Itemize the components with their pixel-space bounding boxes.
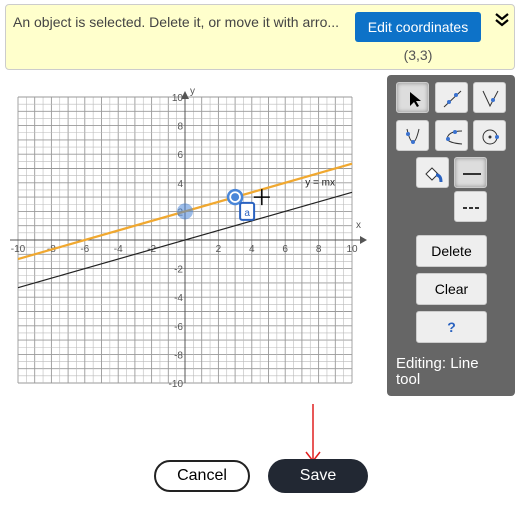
ray-tool-button[interactable]	[473, 82, 506, 113]
x-tick-label: -6	[80, 244, 89, 255]
x-axis-label: x	[356, 220, 361, 231]
dashed-line-style-button[interactable]	[454, 191, 487, 222]
y-axis-label: y	[190, 86, 195, 97]
y-tick-label: 4	[177, 179, 183, 190]
y-tick-label: 8	[177, 122, 183, 133]
save-button[interactable]: Save	[268, 459, 368, 493]
hyperbola-tool-button[interactable]	[435, 120, 468, 151]
x-tick-label: -10	[11, 244, 26, 255]
y-tick-label: 6	[177, 150, 183, 161]
status-message: An object is selected. Delete it, or mov…	[13, 14, 340, 30]
line-point[interactable]	[177, 203, 193, 220]
help-button[interactable]: ?	[416, 311, 487, 343]
x-tick-label: -4	[114, 244, 123, 255]
x-tick-label: 4	[249, 244, 255, 255]
y-tick-label: 10	[172, 93, 184, 104]
clear-button[interactable]: Clear	[416, 273, 487, 305]
selected-point-dot	[231, 193, 240, 202]
tool-panel: Delete Clear ? Editing: Line tool	[387, 75, 515, 396]
delete-button[interactable]: Delete	[416, 235, 487, 267]
x-tick-label: 2	[216, 244, 222, 255]
coordinates-readout: (3,3)	[403, 47, 433, 63]
x-tick-label: 6	[282, 244, 288, 255]
y-tick-label: -6	[174, 322, 183, 333]
line-tool-button[interactable]	[435, 82, 468, 113]
editing-status: Editing: Line tool	[396, 355, 479, 388]
circle-tool-button[interactable]	[473, 120, 506, 151]
y-tick-label: -8	[174, 350, 183, 361]
point-label: a	[244, 208, 250, 219]
x-axis-arrow-icon	[360, 236, 367, 244]
x-tick-label: 10	[346, 244, 358, 255]
y-tick-label: -10	[169, 379, 184, 390]
double-chevron-down-icon[interactable]	[493, 11, 511, 34]
edit-coordinates-button[interactable]: Edit coordinates	[355, 12, 481, 42]
graph-canvas[interactable]: xy-10-8-6-4-2246810108642-2-4-6-8-10y = …	[0, 75, 380, 475]
select-tool-button[interactable]	[396, 82, 429, 113]
fill-color-button[interactable]	[416, 157, 449, 188]
y-tick-label: -2	[174, 265, 183, 276]
status-banner: An object is selected. Delete it, or mov…	[5, 4, 515, 70]
solid-line-style-button[interactable]	[454, 157, 487, 188]
red-arrow-annotation	[305, 404, 321, 463]
line-label: y = mx	[305, 178, 335, 189]
x-tick-label: 8	[316, 244, 322, 255]
y-tick-label: -4	[174, 293, 183, 304]
cancel-button[interactable]: Cancel	[154, 460, 250, 492]
parabola-tool-button[interactable]	[396, 120, 429, 151]
